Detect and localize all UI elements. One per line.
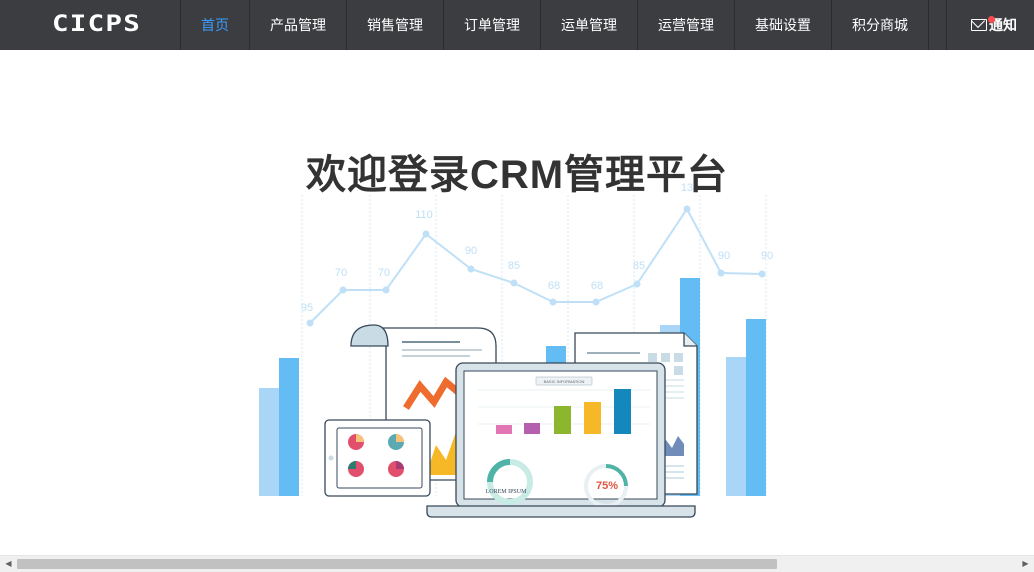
top-navbar: CICPS 首页 产品管理 销售管理 订单管理 运单管理 运营管理 基础设置 积… — [0, 0, 1034, 50]
scrollbar-thumb[interactable] — [17, 559, 777, 569]
line-value-label: 95 — [301, 302, 313, 314]
notification-button[interactable]: 通知 — [946, 0, 1034, 50]
illustration-bar — [279, 358, 299, 496]
scroll-left-arrow-icon[interactable]: ◀ — [0, 556, 17, 572]
line-value-label: 110 — [415, 209, 433, 221]
line-value-label: 90 — [718, 250, 730, 262]
nav-item-sales-management[interactable]: 销售管理 — [346, 0, 443, 50]
line-value-label: 85 — [508, 260, 520, 272]
scroll-right-arrow-icon[interactable]: ▶ — [1017, 556, 1034, 572]
nav-item-home[interactable]: 首页 — [180, 0, 249, 50]
nav-item-waybill-management[interactable]: 运单管理 — [540, 0, 637, 50]
nav-item-points-mall[interactable]: 积分商城 — [831, 0, 928, 50]
nav-item-operations-management[interactable]: 运营管理 — [637, 0, 734, 50]
notification-dot — [988, 16, 995, 23]
laptop-caption: LOREM IPSUM — [486, 489, 528, 495]
line-value-label: 90 — [761, 250, 773, 262]
logo[interactable]: CICPS — [52, 12, 140, 38]
line-value-label: 85 — [633, 260, 645, 272]
line-value-label: 68 — [591, 280, 603, 292]
logo-text: CICPS — [52, 12, 142, 37]
laptop-percent: 75% — [596, 480, 618, 492]
illustration-bar — [726, 357, 746, 496]
illustration-bar — [746, 319, 766, 496]
laptop-illustration: BASIC INFORMATION LOREM IPSUM 75% — [426, 362, 696, 518]
tablet-illustration — [324, 419, 431, 497]
dashboard-illustration: 95 70 70 110 90 85 68 68 85 130 90 90 BA… — [259, 182, 773, 518]
main-nav: 首页 产品管理 销售管理 订单管理 运单管理 运营管理 基础设置 积分商城 — [180, 0, 929, 50]
laptop-screen-title: BASIC INFORMATION — [544, 379, 585, 384]
line-value-label: 90 — [465, 245, 477, 257]
nav-item-order-management[interactable]: 订单管理 — [443, 0, 540, 50]
nav-item-basic-settings[interactable]: 基础设置 — [734, 0, 831, 50]
mail-icon — [971, 19, 987, 31]
welcome-title: 欢迎登录CRM管理平台 — [305, 153, 729, 197]
line-value-label: 70 — [335, 267, 347, 279]
line-value-label: 68 — [548, 280, 560, 292]
illustration-bar — [259, 388, 279, 496]
nav-item-product-management[interactable]: 产品管理 — [249, 0, 346, 50]
line-value-label: 70 — [378, 267, 390, 279]
nav-divider — [928, 0, 929, 50]
horizontal-scrollbar[interactable]: ◀ ▶ — [0, 555, 1034, 572]
